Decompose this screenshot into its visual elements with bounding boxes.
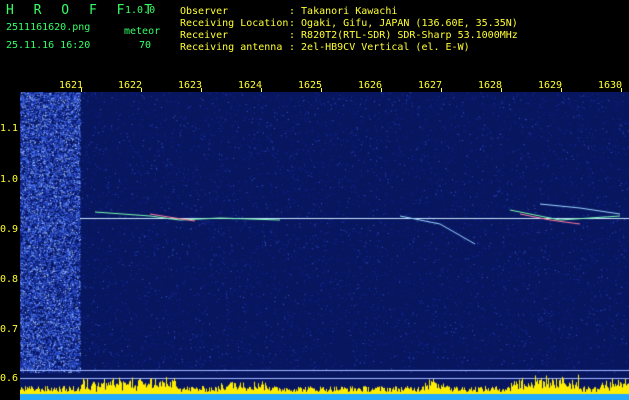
receiver-label: Receiver [180, 30, 229, 41]
y-tick-label: 0.8 [0, 274, 19, 285]
y-tick-label: 0.6 [0, 373, 19, 384]
observer-value: : Takanori Kawachi [289, 6, 398, 17]
x-tick-label: 1622 [118, 80, 143, 91]
x-tick-label: 1625 [298, 80, 323, 91]
app-version: 1.0.0 [125, 5, 156, 16]
antenna-value: : 2el-HB9CV Vertical (el. E-W) [289, 42, 470, 53]
location-label: Receiving Location [180, 18, 289, 29]
image-datetime: 25.11.16 16:20 [6, 40, 91, 51]
frequency-axis: 1.1 1.0 0.9 0.8 0.7 0.6 [0, 92, 20, 400]
y-tick-label: 0.7 [0, 324, 19, 335]
x-tick-label: 1627 [418, 80, 443, 91]
time-axis: 1621 1622 1623 1624 1625 1626 1627 1628 … [0, 72, 629, 92]
x-tick-label: 1621 [59, 80, 84, 91]
mode-value: 70 [139, 40, 152, 51]
y-tick-label: 1.1 [0, 123, 19, 134]
x-tick-label: 1626 [358, 80, 383, 91]
x-tick-label: 1628 [478, 80, 503, 91]
observer-label: Observer [180, 6, 229, 17]
header-panel: H R O F F T 1.0.0 2511161620.png meteor … [0, 0, 629, 72]
mode-label: meteor [124, 26, 161, 37]
image-filename: 2511161620.png [6, 22, 91, 33]
location-value: : Ogaki, Gifu, JAPAN (136.60E, 35.35N) [289, 18, 518, 29]
x-tick-label: 1624 [238, 80, 263, 91]
y-tick-label: 0.9 [0, 224, 19, 235]
spectrogram-canvas [20, 92, 629, 400]
antenna-label: Receiving antenna [180, 42, 283, 53]
y-tick-label: 1.0 [0, 174, 19, 185]
x-tick-label: 1629 [538, 80, 563, 91]
x-tick-label: 1630 [598, 80, 623, 91]
x-tick-label: 1623 [178, 80, 203, 91]
receiver-value: : R820T2(RTL-SDR) SDR-Sharp 53.1000MHz [289, 30, 518, 41]
